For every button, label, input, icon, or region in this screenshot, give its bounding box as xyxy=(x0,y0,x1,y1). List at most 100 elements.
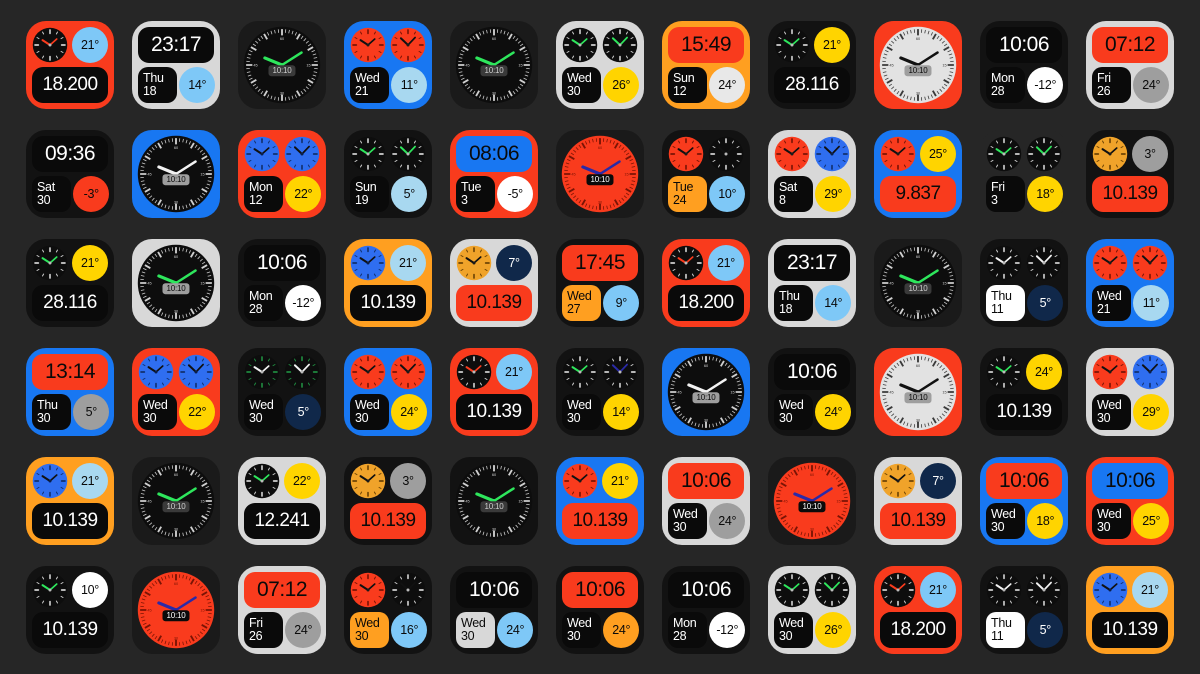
temperature-complication[interactable]: 3° xyxy=(1132,135,1168,172)
digital-time-panel[interactable]: 07:12 xyxy=(244,571,320,608)
analog-mini-face[interactable] xyxy=(32,463,68,499)
date-complication[interactable]: Mon 12 xyxy=(244,175,283,212)
watch-tile[interactable]: 60 15 30 45 10:10 xyxy=(238,20,326,109)
temperature-complication[interactable]: 24° xyxy=(1133,66,1170,103)
date-complication[interactable]: Wed 27 xyxy=(562,284,601,321)
numeric-complication[interactable]: 10.139 xyxy=(880,502,956,539)
digital-time-panel[interactable]: 07:12 xyxy=(1092,26,1168,63)
analog-mini-face-right[interactable] xyxy=(708,136,744,172)
analog-mini-face-right[interactable] xyxy=(390,354,426,390)
temperature-complication[interactable]: 5° xyxy=(285,393,322,430)
analog-mini-face-right[interactable] xyxy=(1132,245,1168,281)
numeric-complication[interactable]: 10.139 xyxy=(986,393,1062,430)
temperature-complication[interactable]: 11° xyxy=(1133,284,1170,321)
temperature-complication[interactable]: 16° xyxy=(391,611,428,648)
analog-mini-face[interactable] xyxy=(668,245,704,281)
watch-tile[interactable]: 21° 18.200 xyxy=(874,565,962,654)
digital-time-panel[interactable]: 10:06 xyxy=(1092,462,1168,499)
analog-mini-face[interactable] xyxy=(562,463,598,499)
temperature-complication[interactable]: 21° xyxy=(72,462,108,499)
analog-mini-face-left[interactable] xyxy=(350,354,386,390)
watch-tile[interactable]: Thu 11 5° xyxy=(980,238,1068,327)
numeric-complication[interactable]: 10.139 xyxy=(456,393,532,430)
analog-mini-face[interactable] xyxy=(456,245,492,281)
temperature-complication[interactable]: 18° xyxy=(1027,502,1064,539)
watch-tile[interactable]: Wed 30 5° xyxy=(238,347,326,436)
numeric-complication[interactable]: 10.139 xyxy=(32,502,108,539)
watch-tile[interactable]: 21° 18.200 xyxy=(26,20,114,109)
watch-tile[interactable]: 21° 10.139 xyxy=(1086,565,1174,654)
date-complication[interactable]: Wed 30 xyxy=(774,393,813,430)
watch-tile[interactable]: 60 15 30 45 10:10 xyxy=(768,456,856,545)
watch-tile[interactable]: 7° 10.139 xyxy=(450,238,538,327)
digital-time-panel[interactable]: 10:06 xyxy=(986,462,1062,499)
watch-tile[interactable]: 10:06 Wed 30 24° xyxy=(662,456,750,545)
watch-tile[interactable]: 13:14 Thu 30 5° xyxy=(26,347,114,436)
date-complication[interactable]: Wed 21 xyxy=(350,66,389,103)
date-complication[interactable]: Wed 30 xyxy=(456,611,495,648)
numeric-complication[interactable]: 10.139 xyxy=(562,502,638,539)
watch-tile[interactable]: 60 15 30 45 10:10 xyxy=(450,20,538,109)
date-complication[interactable]: Wed 30 xyxy=(774,611,813,648)
analog-mini-face-left[interactable] xyxy=(1092,245,1128,281)
digital-time-panel[interactable]: 10:06 xyxy=(456,571,532,608)
digital-time-panel[interactable]: 10:06 xyxy=(986,26,1062,63)
analog-mini-face[interactable] xyxy=(32,572,68,608)
analog-mini-face[interactable] xyxy=(880,572,916,608)
date-complication[interactable]: Wed 30 xyxy=(350,611,389,648)
temperature-complication[interactable]: 21° xyxy=(72,26,108,63)
watch-tile[interactable]: 60 15 30 45 10:10 xyxy=(874,238,962,327)
temperature-complication[interactable]: 25° xyxy=(1133,502,1170,539)
analog-mini-face[interactable] xyxy=(350,463,386,499)
watch-tile[interactable]: 10:06 Wed 30 25° xyxy=(1086,456,1174,545)
temperature-complication[interactable]: 7° xyxy=(920,462,956,499)
digital-time-panel[interactable]: 23:17 xyxy=(774,244,850,281)
watch-tile[interactable]: 25° 9.837 xyxy=(874,129,962,218)
temperature-complication[interactable]: 29° xyxy=(1133,393,1170,430)
temperature-complication[interactable]: -12° xyxy=(285,284,322,321)
analog-mini-face-left[interactable] xyxy=(986,245,1022,281)
temperature-complication[interactable]: 24° xyxy=(285,611,322,648)
analog-mini-face-left[interactable] xyxy=(986,136,1022,172)
temperature-complication[interactable]: 21° xyxy=(920,571,956,608)
temperature-complication[interactable]: 26° xyxy=(815,611,852,648)
temperature-complication[interactable]: 24° xyxy=(815,393,852,430)
numeric-complication[interactable]: 28.116 xyxy=(32,284,108,321)
temperature-complication[interactable]: -12° xyxy=(1027,66,1064,103)
watch-tile[interactable]: 7° 10.139 xyxy=(874,456,962,545)
digital-time-panel[interactable]: 08:06 xyxy=(456,135,532,172)
watch-tile[interactable]: Wed 30 14° xyxy=(556,347,644,436)
temperature-complication[interactable]: 24° xyxy=(391,393,428,430)
temperature-complication[interactable]: 24° xyxy=(603,611,640,648)
digital-time-panel[interactable]: 23:17 xyxy=(138,26,214,63)
analog-mini-face-right[interactable] xyxy=(178,354,214,390)
watch-tile[interactable]: 60 15 30 45 10:10 xyxy=(662,347,750,436)
date-complication[interactable]: Wed 30 xyxy=(562,393,601,430)
date-complication[interactable]: Wed 30 xyxy=(244,393,283,430)
analog-mini-face-right[interactable] xyxy=(1026,245,1062,281)
watch-tile[interactable]: Mon 12 22° xyxy=(238,129,326,218)
date-complication[interactable]: Wed 30 xyxy=(562,611,601,648)
temperature-complication[interactable]: 24° xyxy=(709,66,746,103)
analog-mini-face[interactable] xyxy=(1092,136,1128,172)
temperature-complication[interactable]: 21° xyxy=(72,244,108,281)
date-complication[interactable]: Sat 8 xyxy=(774,175,813,212)
watch-tile[interactable]: 23:17 Thu 18 14° xyxy=(768,238,856,327)
analog-mini-face-right[interactable] xyxy=(814,136,850,172)
date-complication[interactable]: Wed 30 xyxy=(1092,502,1131,539)
date-complication[interactable]: Tue 24 xyxy=(668,175,707,212)
date-complication[interactable]: Mon 28 xyxy=(668,611,707,648)
analog-mini-face-left[interactable] xyxy=(562,27,598,63)
analog-mini-face-right[interactable] xyxy=(1026,136,1062,172)
analog-mini-face-left[interactable] xyxy=(668,136,704,172)
numeric-complication[interactable]: 10.139 xyxy=(350,502,426,539)
watch-tile[interactable]: 10:06 Wed 30 24° xyxy=(450,565,538,654)
digital-time-panel[interactable]: 10:06 xyxy=(774,353,850,390)
watch-tile[interactable]: 21° 10.139 xyxy=(450,347,538,436)
analog-mini-face-left[interactable] xyxy=(350,136,386,172)
date-complication[interactable]: Thu 11 xyxy=(986,611,1025,648)
digital-time-panel[interactable]: 09:36 xyxy=(32,135,108,172)
watch-tile[interactable]: Wed 30 16° xyxy=(344,565,432,654)
analog-mini-face-right[interactable] xyxy=(1132,354,1168,390)
numeric-complication[interactable]: 10.139 xyxy=(32,611,108,648)
